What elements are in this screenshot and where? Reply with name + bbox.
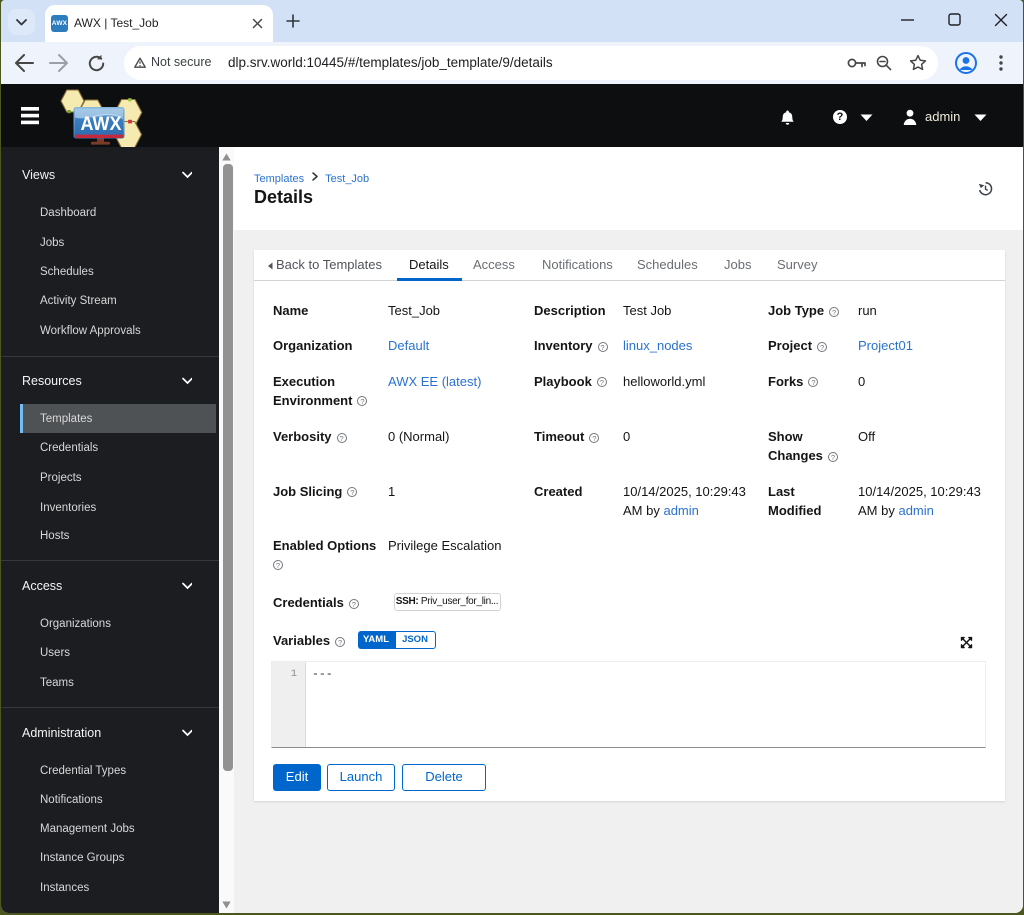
svg-text:AWX: AWX bbox=[81, 113, 122, 135]
